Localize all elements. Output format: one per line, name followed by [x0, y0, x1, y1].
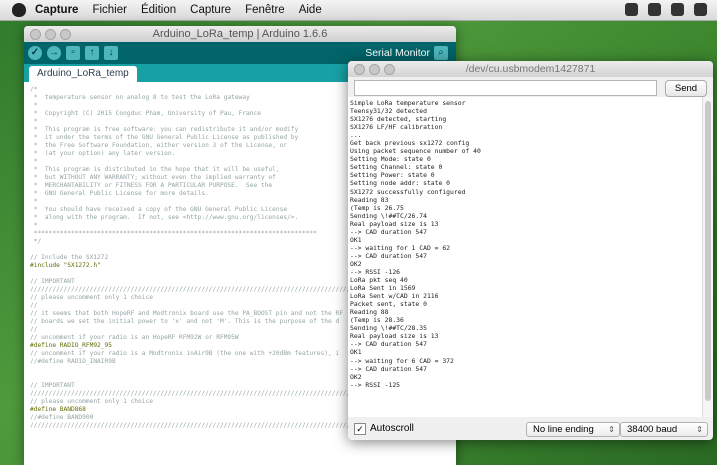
serial-output-line: --> waiting for 6 CAD = 372	[350, 356, 454, 365]
serial-output-line: --> CAD duration 547	[350, 251, 427, 260]
send-button[interactable]: Send	[665, 79, 707, 97]
serial-output-line: Setting Power: state 0	[350, 171, 435, 180]
serial-output-line: Get back previous sx1272 config	[350, 139, 470, 148]
serial-output-line: SX1276 LF/HF calibration	[350, 123, 443, 132]
open-sketch-icon[interactable]: ↑	[85, 46, 99, 60]
serial-output-line: OK2	[350, 259, 362, 268]
menu-fichier[interactable]: Fichier	[92, 4, 127, 16]
menu-edition[interactable]: Édition	[141, 4, 176, 16]
apple-icon[interactable]	[12, 3, 26, 17]
serial-monitor-button[interactable]: ⌕	[434, 46, 448, 60]
upload-icon[interactable]: →	[47, 46, 61, 60]
serial-output-line: ...	[350, 131, 362, 140]
serial-output-line: OK2	[350, 372, 362, 381]
serial-output-line: OK1	[350, 348, 362, 357]
window-title: Arduino_LoRa_temp | Arduino 1.6.6	[152, 28, 328, 40]
serial-output-line: --> CAD duration 547	[350, 227, 427, 236]
tray-icon[interactable]	[648, 3, 661, 16]
serial-output-line: (Temp is 26.75	[350, 203, 404, 212]
minimize-window-button[interactable]	[369, 64, 380, 75]
serial-output-line: --> RSSI -125	[350, 380, 401, 389]
serial-port-title: /dev/cu.usbmodem1427871	[465, 63, 596, 75]
serial-scrollbar[interactable]	[702, 97, 713, 417]
zoom-window-button[interactable]	[60, 29, 71, 40]
serial-output-line: Setting node addr: state 0	[350, 179, 451, 188]
serial-output-line: SX1272 successfully configured	[350, 187, 466, 196]
tray-icon[interactable]	[671, 3, 684, 16]
serial-output-line: Sending \!##TC/26.74	[350, 211, 427, 220]
scrollbar-thumb[interactable]	[705, 101, 711, 401]
serial-monitor-window: /dev/cu.usbmodem1427871 Send Simple LoRa…	[348, 61, 713, 440]
save-sketch-icon[interactable]: ↓	[104, 46, 118, 60]
close-window-button[interactable]	[354, 64, 365, 75]
serial-output-line: Reading 88	[350, 308, 389, 317]
serial-output-line: Sending \!##TC/28.35	[350, 324, 427, 333]
serial-monitor-label: Serial Monitor	[365, 47, 430, 59]
line-ending-value: No line ending	[533, 424, 594, 435]
ide-titlebar[interactable]: Arduino_LoRa_temp | Arduino 1.6.6	[24, 26, 456, 42]
minimize-window-button[interactable]	[45, 29, 56, 40]
serial-output-line: LoRa Sent w/CAD in 2116	[350, 292, 439, 301]
serial-output-line: --> CAD duration 547	[350, 364, 427, 373]
menu-fenetre[interactable]: Fenêtre	[245, 4, 285, 16]
zoom-window-button[interactable]	[384, 64, 395, 75]
tray-icon[interactable]	[625, 3, 638, 16]
serial-output-line: --> RSSI -126	[350, 267, 401, 276]
serial-output-line: (Temp is 28.36	[350, 316, 404, 325]
menu-app-capture[interactable]: Capture	[35, 4, 78, 16]
serial-output-line: OK1	[350, 235, 362, 244]
serial-output[interactable]: Simple LoRa temperature sensor Teensy31/3…	[348, 97, 703, 417]
new-sketch-icon[interactable]: ▫	[66, 46, 80, 60]
close-window-button[interactable]	[30, 29, 41, 40]
serial-titlebar[interactable]: /dev/cu.usbmodem1427871	[348, 61, 713, 77]
serial-output-line: Simple LoRa temperature sensor	[350, 99, 466, 107]
menu-aide[interactable]: Aide	[299, 4, 322, 16]
status-tray	[625, 3, 707, 16]
autoscroll-label: Autoscroll	[370, 423, 414, 434]
baud-rate-value: 38400 baud	[627, 424, 678, 435]
menu-bar: Capture Fichier Édition Capture Fenêtre …	[0, 0, 717, 21]
serial-output-line: Using packet sequence number of 40	[350, 147, 481, 156]
line-ending-select[interactable]: No line ending ⇕	[526, 422, 620, 437]
serial-output-line: --> waiting for 1 CAD = 62	[350, 243, 451, 252]
serial-output-line: Setting Channel: state 0	[350, 163, 443, 172]
window-controls	[30, 29, 71, 40]
serial-output-line: LoRa pkt seq 40	[350, 276, 408, 285]
tab-sketch[interactable]: Arduino_LoRa_temp	[29, 66, 137, 82]
serial-output-line: Real payload size is 13	[350, 219, 439, 228]
serial-output-line: Reading 83	[350, 195, 389, 204]
serial-output-line: Teensy31/32 detected	[350, 107, 427, 116]
chevron-updown-icon: ⇕	[608, 425, 615, 434]
autoscroll-checkbox[interactable]: ✓	[354, 422, 366, 435]
serial-output-line: LoRa Sent in 1569	[350, 284, 416, 293]
menu-capture[interactable]: Capture	[190, 4, 231, 16]
serial-send-input[interactable]	[354, 80, 657, 96]
tray-icon[interactable]	[694, 3, 707, 16]
serial-output-line: --> CAD duration 547	[350, 340, 427, 349]
verify-icon[interactable]: ✓	[28, 46, 42, 60]
window-controls	[354, 64, 395, 75]
serial-output-line: Setting Mode: state 0	[350, 155, 431, 164]
serial-output-line: Packet sent, state 0	[350, 300, 427, 309]
serial-input-row: Send	[348, 77, 713, 99]
serial-footer: ✓ Autoscroll No line ending ⇕ 38400 baud…	[348, 417, 713, 440]
baud-rate-select[interactable]: 38400 baud ⇕	[620, 422, 708, 437]
serial-output-line: SX1276 detected, starting	[350, 115, 447, 124]
chevron-updown-icon: ⇕	[696, 425, 703, 434]
serial-output-line: Real payload size is 13	[350, 332, 439, 341]
